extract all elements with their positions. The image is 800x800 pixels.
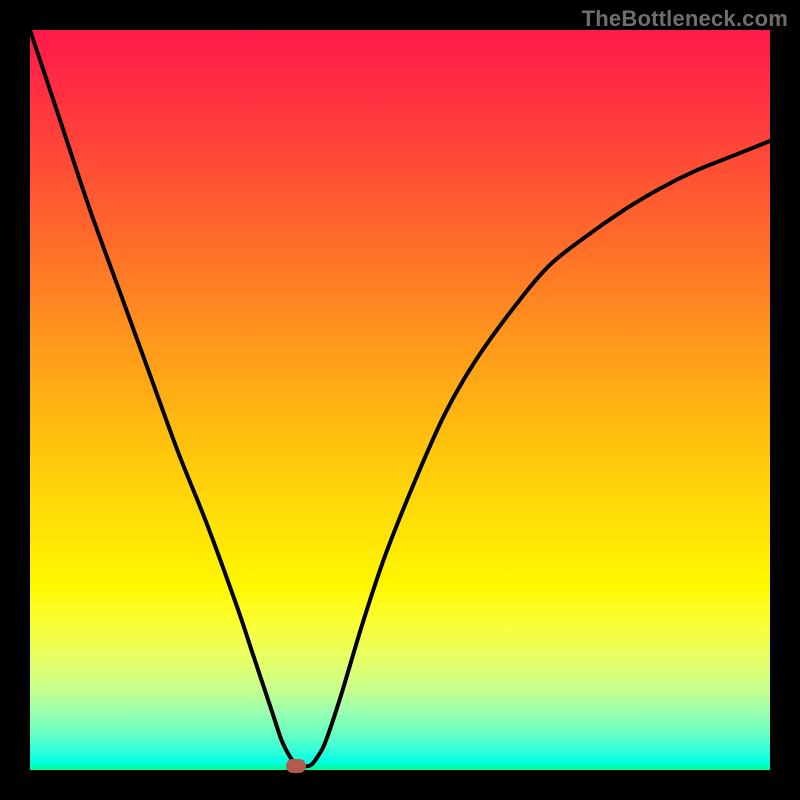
curve-svg	[30, 30, 770, 770]
plot-area	[30, 30, 770, 770]
bottleneck-curve	[30, 30, 770, 766]
watermark-text: TheBottleneck.com	[582, 6, 788, 32]
optimum-marker	[286, 759, 306, 773]
chart-frame: TheBottleneck.com	[0, 0, 800, 800]
